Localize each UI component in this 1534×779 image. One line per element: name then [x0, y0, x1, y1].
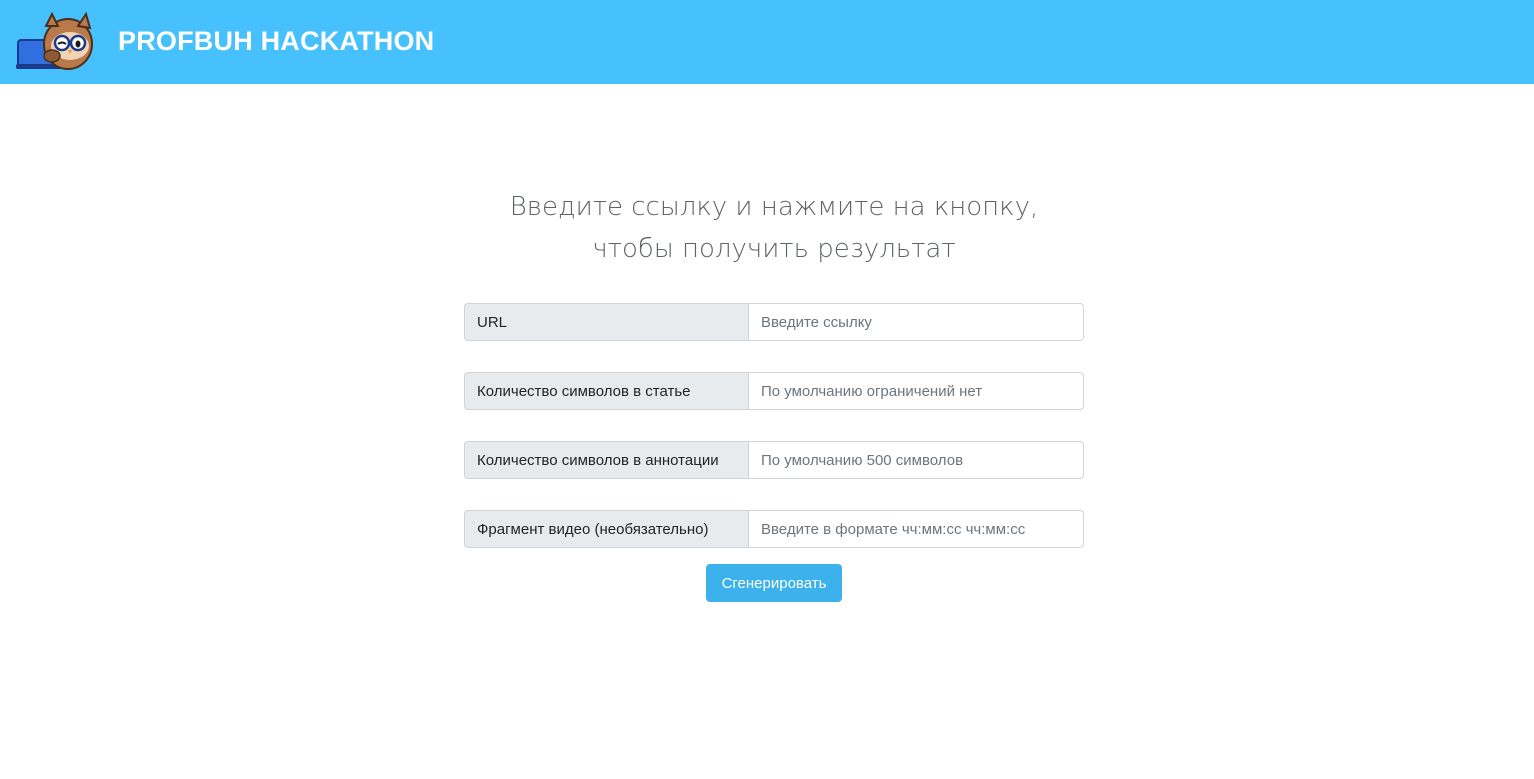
annotation-length-label: Количество символов в аннотации	[464, 441, 749, 479]
owl-logo-icon	[16, 11, 93, 70]
annotation-length-input[interactable]	[749, 441, 1084, 479]
video-fragment-input[interactable]	[749, 510, 1084, 548]
video-fragment-label: Фрагмент видео (необязательно)	[464, 510, 749, 548]
brand-title: PROFBUH HACKATHON	[118, 26, 435, 56]
url-input[interactable]	[749, 303, 1084, 341]
url-label: URL	[464, 303, 749, 341]
article-length-label: Количество символов в статье	[464, 372, 749, 410]
page-title: Введите ссылку и нажмите на кнопку, чтоб…	[509, 192, 1039, 264]
video-fragment-row: Фрагмент видео (необязательно)	[464, 510, 1084, 548]
annotation-length-row: Количество символов в аннотации	[464, 441, 1084, 479]
article-length-row: Количество символов в статье	[464, 372, 1084, 410]
url-row: URL	[464, 303, 1084, 341]
article-length-input[interactable]	[749, 372, 1084, 410]
generate-button[interactable]: Сгенерировать	[706, 564, 842, 602]
app-header: PROFBUH HACKATHON	[0, 0, 1534, 84]
